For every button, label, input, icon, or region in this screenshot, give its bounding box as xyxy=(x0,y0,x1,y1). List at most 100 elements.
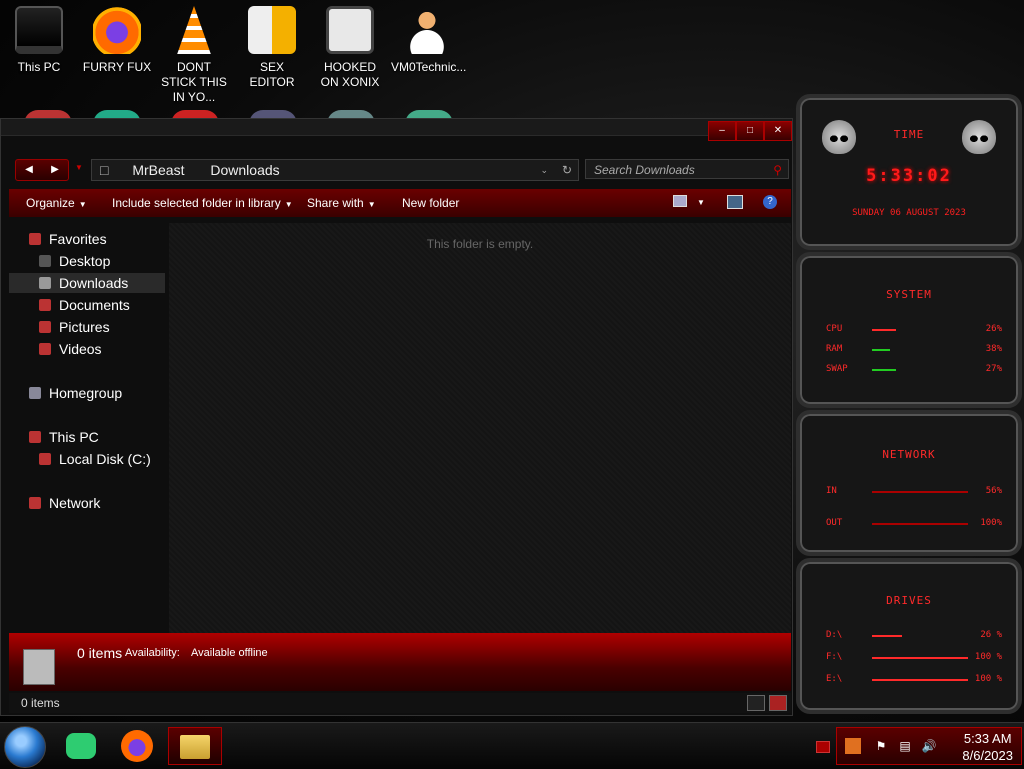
desktop-icon-vm0technic[interactable]: VM0Technic... xyxy=(391,0,467,75)
nav-local-disk[interactable]: Local Disk (C:) xyxy=(9,449,195,469)
details-view-icon[interactable] xyxy=(747,695,765,711)
desktop-icon-hxd[interactable]: SEX EDITOR xyxy=(236,0,308,90)
gadget-date: SUNDAY 06 AUGUST 2023 xyxy=(852,208,966,218)
recent-locations-icon[interactable]: ▼ xyxy=(75,163,83,172)
share-with-button[interactable]: Share with ▼ xyxy=(307,196,376,210)
nav-homegroup[interactable]: Homegroup xyxy=(9,383,185,403)
breadcrumb-downloads[interactable]: Downloads xyxy=(210,162,279,178)
nav-label: Documents xyxy=(59,297,130,313)
flag-icon[interactable]: ⚑ xyxy=(873,738,889,754)
pictures-icon xyxy=(39,321,51,333)
help-icon[interactable]: ? xyxy=(763,195,777,209)
search-icon[interactable]: ⚲ xyxy=(773,160,782,180)
minimize-button[interactable]: – xyxy=(708,121,736,141)
nav-favorites[interactable]: Favorites xyxy=(9,229,185,249)
desktop-icon-label: SEX EDITOR xyxy=(249,60,295,89)
taskbar: ⚑ ▤ 🔊 5:33 AM 8/6/2023 xyxy=(0,722,1024,769)
explorer-window: – □ ✕ ◀ ▶ ▼ □ MrBeast Downloads ⌄ ↻ Sear… xyxy=(0,118,793,716)
details-pane: 0 items Availability: Available offline xyxy=(9,633,791,691)
nav-videos[interactable]: Videos xyxy=(9,339,195,359)
drive-d-bar xyxy=(872,635,902,637)
new-folder-button[interactable]: New folder xyxy=(402,196,459,210)
large-icons-view-icon[interactable] xyxy=(769,695,787,711)
chevron-down-icon[interactable]: ▼ xyxy=(697,198,705,207)
videos-icon xyxy=(39,343,51,355)
nav-label: Homegroup xyxy=(49,385,123,401)
details-item-count: 0 items xyxy=(77,645,123,661)
start-button[interactable] xyxy=(4,726,46,768)
search-placeholder: Search Downloads xyxy=(594,163,695,177)
network-in-row: IN 56% xyxy=(826,486,1002,498)
close-button[interactable]: ✕ xyxy=(764,121,792,141)
taskbar-chat-app[interactable] xyxy=(56,727,106,765)
computer-icon xyxy=(29,431,41,443)
downloads-icon xyxy=(39,277,51,289)
desktop-icon-furry-fux[interactable]: FURRY FUX xyxy=(81,0,153,75)
network-icon[interactable]: ▤ xyxy=(897,738,913,754)
address-bar[interactable]: □ MrBeast Downloads ⌄ ↻ xyxy=(91,159,579,181)
desktop-icon-vlc[interactable]: DONT STICK THIS IN YO... xyxy=(158,0,230,105)
row-value: 100 % xyxy=(974,674,1002,684)
title-bar[interactable]: – □ ✕ xyxy=(1,119,792,141)
drives-gadget: DRIVES D:\ 26 % F:\ 100 % E:\ 100 % xyxy=(796,558,1022,714)
desktop-icon-xonix[interactable]: HOOKED ON XONIX xyxy=(314,0,386,90)
desktop-icon-label: VM0Technic... xyxy=(391,60,467,74)
taskbar-firefox[interactable] xyxy=(112,727,162,765)
window-controls: – □ ✕ xyxy=(708,121,792,141)
status-item-count: 0 items xyxy=(21,696,60,710)
computer-icon xyxy=(15,6,63,54)
include-in-library-button[interactable]: Include selected folder in library ▼ xyxy=(112,196,293,210)
drive-f-row: F:\ 100 % xyxy=(826,652,1002,664)
chevron-down-icon[interactable]: ⌄ xyxy=(540,160,548,180)
file-list[interactable]: This folder is empty. xyxy=(169,223,791,633)
row-value: 26% xyxy=(985,324,1002,334)
desktop-icon-label: HOOKED ON XONIX xyxy=(320,60,380,89)
refresh-icon[interactable]: ↻ xyxy=(562,160,572,180)
view-options-icon[interactable] xyxy=(673,195,687,207)
nav-downloads[interactable]: Downloads xyxy=(9,273,165,293)
address-row: ◀ ▶ ▼ □ MrBeast Downloads ⌄ ↻ Search Dow… xyxy=(13,157,789,183)
folder-icon: □ xyxy=(100,162,109,178)
taskbar-file-explorer[interactable] xyxy=(168,727,222,765)
nav-documents[interactable]: Documents xyxy=(9,295,195,315)
preview-pane-icon[interactable] xyxy=(727,195,743,209)
desktop-icon-this-pc[interactable]: This PC xyxy=(3,0,75,75)
desktop-icon-label: FURRY FUX xyxy=(82,60,152,74)
time-title: TIME xyxy=(893,128,925,141)
network-icon xyxy=(29,497,41,509)
maximize-button[interactable]: □ xyxy=(736,121,764,141)
organize-button[interactable]: Organize ▼ xyxy=(26,196,87,210)
show-hidden-icons-button[interactable] xyxy=(816,741,830,753)
command-bar: Organize ▼ Include selected folder in lib… xyxy=(9,189,791,217)
drive-e-row: E:\ 100 % xyxy=(826,674,1002,686)
search-input[interactable]: Search Downloads ⚲ xyxy=(585,159,789,179)
hex-editor-icon xyxy=(248,6,296,54)
row-label: OUT xyxy=(826,518,843,528)
ram-bar xyxy=(872,349,890,351)
cpu-bar xyxy=(872,329,896,331)
row-value: 100 % xyxy=(974,652,1002,662)
empty-folder-message: This folder is empty. xyxy=(426,237,534,251)
row-value: 38% xyxy=(985,344,1002,354)
desktop-icon xyxy=(39,255,51,267)
nav-network[interactable]: Network xyxy=(9,493,185,513)
network-in-bar xyxy=(872,491,968,493)
volume-icon[interactable]: 🔊 xyxy=(921,738,937,754)
nav-desktop[interactable]: Desktop xyxy=(9,251,195,271)
status-bar: 0 items xyxy=(9,693,791,713)
availability-label: Availability: xyxy=(125,647,180,659)
organize-label: Organize xyxy=(26,196,75,210)
forward-button[interactable]: ▶ xyxy=(42,160,68,180)
game-icon xyxy=(326,6,374,54)
row-label: RAM xyxy=(826,344,843,354)
availability-value: Available offline xyxy=(191,647,268,659)
cpu-row: CPU 26% xyxy=(826,324,1002,336)
nav-pictures[interactable]: Pictures xyxy=(9,317,195,337)
breadcrumb-mrbeast[interactable]: MrBeast xyxy=(132,162,184,178)
nav-this-pc[interactable]: This PC xyxy=(9,427,185,447)
row-label: E:\ xyxy=(826,674,843,684)
back-button[interactable]: ◀ xyxy=(16,160,42,180)
app-tray-icon[interactable] xyxy=(845,738,861,754)
clock-date: 8/6/2023 xyxy=(962,748,1013,763)
clock[interactable]: 5:33 AM 8/6/2023 xyxy=(962,730,1013,764)
